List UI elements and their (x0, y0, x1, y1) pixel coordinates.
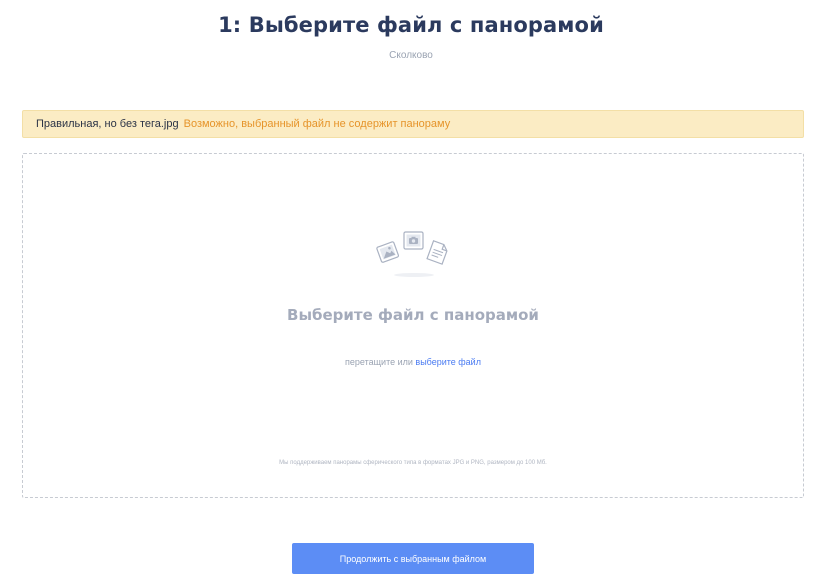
warning-message: Возможно, выбранный файл не содержит пан… (183, 118, 451, 130)
document-icon (426, 240, 448, 265)
dropzone-hint-text: перетащите или (345, 357, 416, 367)
camera-icon (403, 231, 424, 250)
file-dropzone[interactable]: Выберите файл с панорамой перетащите или… (22, 153, 804, 498)
page-subtitle: Сколково (389, 50, 433, 61)
upload-illustration (376, 231, 448, 277)
warning-banner: Правильная, но без тега.jpg Возможно, вы… (22, 110, 804, 138)
continue-button[interactable]: Продолжить с выбранным файлом (292, 543, 534, 574)
page-title: 1: Выберите файл с панорамой (218, 13, 604, 37)
warning-file-name: Правильная, но без тега.jpg (36, 118, 179, 130)
dropzone-hint: перетащите или выберите файл (23, 357, 803, 367)
choose-file-link[interactable]: выберите файл (415, 357, 481, 367)
supported-formats-note: Мы поддерживаем панорамы сферического ти… (279, 460, 547, 466)
dropzone-title: Выберите файл с панорамой (287, 306, 539, 324)
upload-page: 1: Выберите файл с панорамой Сколково Пр… (0, 0, 822, 583)
image-icon (376, 241, 400, 263)
